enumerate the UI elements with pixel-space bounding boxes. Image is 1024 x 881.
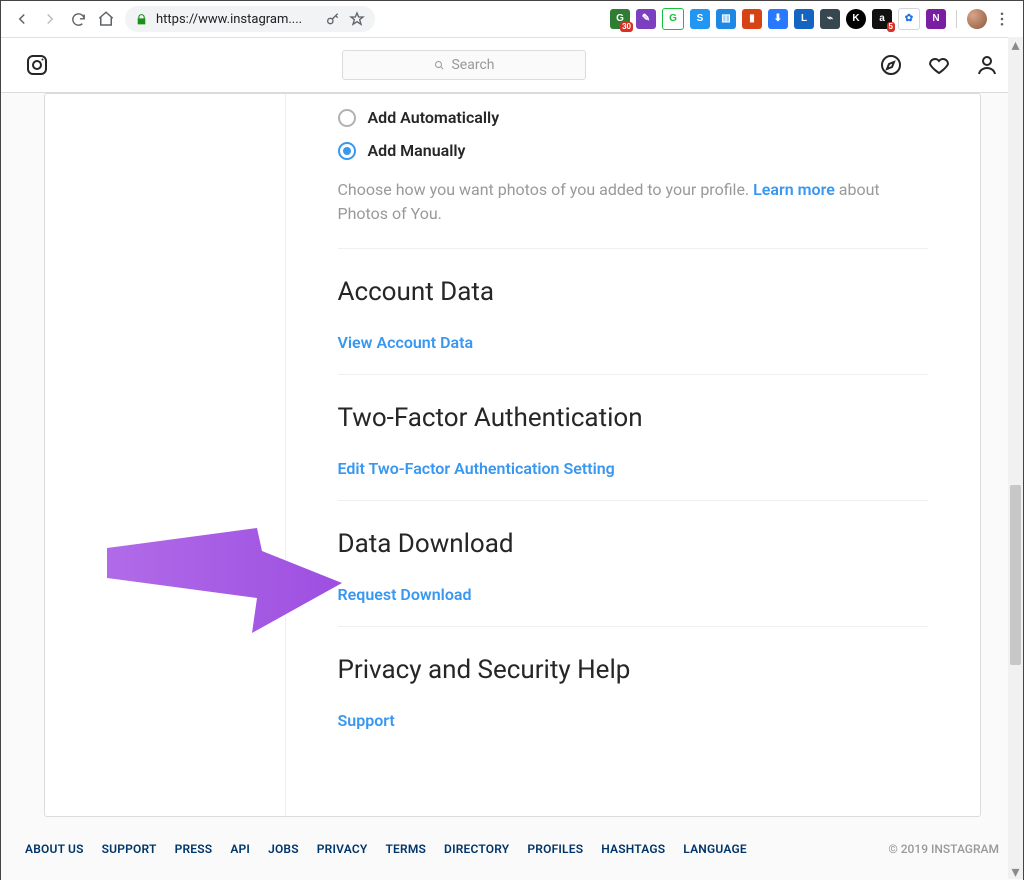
extensions-row: G30 ✎ G S ▥ ▮ ⬇ L ⌁ K a5 ✿ N — [610, 8, 1011, 30]
instagram-logo-icon[interactable] — [25, 53, 49, 77]
footer: ABOUT US SUPPORT PRESS API JOBS PRIVACY … — [1, 817, 1023, 880]
footer-link[interactable]: LANGUAGE — [683, 842, 747, 856]
lock-icon — [135, 13, 148, 26]
extension-icon[interactable]: S — [690, 9, 710, 29]
footer-link[interactable]: TERMS — [385, 842, 426, 856]
extension-icon[interactable]: G30 — [610, 9, 630, 29]
view-account-data-link[interactable]: View Account Data — [338, 333, 474, 352]
radio-icon — [338, 109, 356, 127]
app-header: Search — [1, 38, 1023, 93]
footer-link[interactable]: PRESS — [175, 842, 213, 856]
footer-link[interactable]: ABOUT US — [25, 842, 84, 856]
scroll-down-icon[interactable]: ▾ — [1008, 864, 1023, 879]
tagging-description: Choose how you want photos of you added … — [338, 178, 928, 226]
radio-add-manually[interactable]: Add Manually — [338, 141, 928, 160]
key-icon[interactable] — [325, 11, 341, 27]
extension-icon[interactable]: ✎ — [636, 9, 656, 29]
footer-link[interactable]: DIRECTORY — [444, 842, 509, 856]
extension-icon[interactable]: ▮ — [742, 9, 762, 29]
settings-panel: Add Automatically Add Manually Choose ho… — [286, 94, 980, 816]
edit-two-factor-link[interactable]: Edit Two-Factor Authentication Setting — [338, 459, 615, 478]
omnibox-actions — [325, 11, 365, 27]
extension-icon[interactable]: ⬇ — [768, 9, 788, 29]
section-account-data: Account Data View Account Data — [338, 248, 928, 352]
section-privacy-help: Privacy and Security Help Support — [338, 626, 928, 730]
support-link[interactable]: Support — [338, 711, 395, 730]
browser-toolbar: https://www.instagram.... G30 ✎ G S ▥ ▮ … — [1, 1, 1023, 38]
extension-icon[interactable]: ▥ — [716, 9, 736, 29]
footer-link[interactable]: PRIVACY — [317, 842, 368, 856]
section-two-factor: Two-Factor Authentication Edit Two-Facto… — [338, 374, 928, 478]
profile-icon[interactable] — [975, 53, 999, 77]
star-icon[interactable] — [349, 11, 365, 27]
extension-icon[interactable]: ⌁ — [820, 9, 840, 29]
footer-link[interactable]: PROFILES — [527, 842, 583, 856]
extension-icon[interactable]: ✿ — [898, 8, 920, 30]
section-title: Data Download — [338, 529, 928, 559]
extension-icon[interactable]: K — [846, 9, 866, 29]
section-title: Account Data — [338, 277, 928, 307]
radio-add-automatically[interactable]: Add Automatically — [338, 108, 928, 127]
footer-link[interactable]: HASHTAGS — [601, 842, 665, 856]
footer-link[interactable]: JOBS — [268, 842, 299, 856]
home-button[interactable] — [97, 10, 115, 28]
explore-icon[interactable] — [879, 53, 903, 77]
chrome-menu-button[interactable] — [993, 10, 1011, 28]
address-bar[interactable]: https://www.instagram.... — [125, 6, 375, 32]
search-input[interactable]: Search — [342, 50, 586, 80]
section-data-download: Data Download Request Download — [338, 500, 928, 604]
search-icon — [433, 59, 445, 71]
forward-button[interactable] — [41, 10, 59, 28]
extension-icon[interactable]: L — [794, 9, 814, 29]
vertical-scrollbar[interactable]: ▴ ▾ — [1008, 37, 1023, 879]
url-text: https://www.instagram.... — [156, 12, 317, 27]
profile-avatar[interactable] — [967, 9, 987, 29]
radio-icon — [338, 142, 356, 160]
section-title: Privacy and Security Help — [338, 655, 928, 685]
extension-icon[interactable]: a5 — [872, 9, 892, 29]
footer-link[interactable]: API — [230, 842, 250, 856]
settings-sidebar — [45, 94, 286, 816]
scroll-thumb[interactable] — [1010, 485, 1021, 665]
request-download-link[interactable]: Request Download — [338, 585, 472, 604]
activity-heart-icon[interactable] — [927, 53, 951, 77]
back-button[interactable] — [13, 10, 31, 28]
scroll-up-icon[interactable]: ▴ — [1008, 37, 1023, 52]
settings-card: Add Automatically Add Manually Choose ho… — [44, 93, 981, 817]
reload-button[interactable] — [69, 10, 87, 28]
section-title: Two-Factor Authentication — [338, 403, 928, 433]
footer-copyright: © 2019 INSTAGRAM — [888, 842, 999, 856]
footer-link[interactable]: SUPPORT — [102, 842, 157, 856]
extension-icon[interactable]: G — [662, 8, 684, 30]
separator — [956, 10, 957, 28]
search-placeholder: Search — [451, 57, 494, 73]
learn-more-link[interactable]: Learn more — [753, 180, 835, 199]
extension-icon[interactable]: N — [926, 9, 946, 29]
